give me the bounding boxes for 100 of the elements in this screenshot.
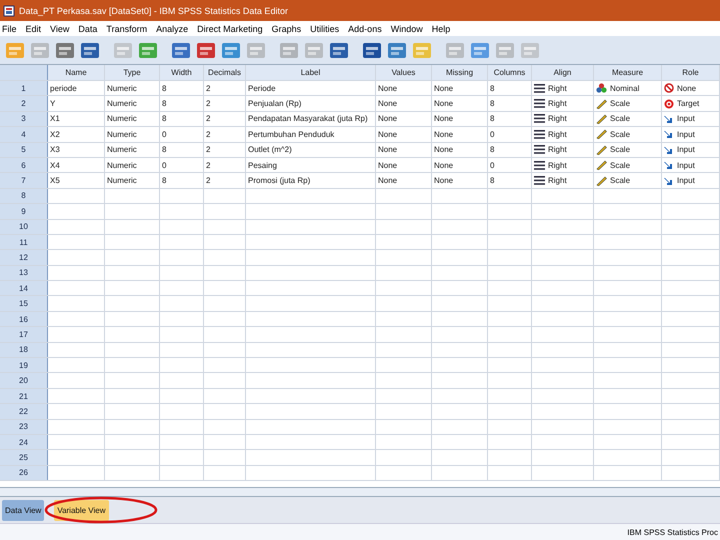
column-header[interactable]: Missing xyxy=(432,65,488,80)
table-cell: None xyxy=(432,127,488,142)
table-cell: None xyxy=(376,127,432,142)
column-header[interactable]: Decimals xyxy=(204,65,246,80)
table-cell: None xyxy=(376,158,432,172)
table-cell: 8 xyxy=(160,81,204,96)
menu-item[interactable]: View xyxy=(50,24,70,34)
scrollbar[interactable] xyxy=(0,487,720,497)
row-number[interactable]: 4 xyxy=(0,127,48,142)
column-header[interactable]: Measure xyxy=(594,65,662,80)
table-cell: None xyxy=(432,173,488,188)
column-header[interactable]: Type xyxy=(105,65,160,80)
corner-cell[interactable] xyxy=(0,65,48,80)
row-number[interactable]: 15 xyxy=(0,296,48,311)
table-cell: None xyxy=(432,81,488,96)
table-cell: 0 xyxy=(488,158,532,172)
row-number[interactable]: 8 xyxy=(0,188,48,204)
table-cell: Scale xyxy=(610,99,630,108)
menu-item[interactable]: Direct Marketing xyxy=(197,24,263,34)
table-cell: Right xyxy=(548,176,567,186)
row-number[interactable]: 5 xyxy=(0,142,48,157)
column-header[interactable]: Name xyxy=(48,65,105,80)
column-header[interactable]: Width xyxy=(160,65,204,80)
table-cell: Pesaing xyxy=(246,158,376,172)
row-number[interactable]: 22 xyxy=(0,404,48,419)
row-number[interactable]: 13 xyxy=(0,266,48,280)
row-number[interactable]: 25 xyxy=(0,450,48,465)
menu-item[interactable]: Edit xyxy=(26,24,42,34)
row-number[interactable]: 26 xyxy=(0,466,48,480)
align-right-icon xyxy=(534,130,545,139)
tab[interactable]: Variable View xyxy=(54,500,109,520)
table-cell: X4 xyxy=(48,158,105,172)
menu-item[interactable]: Graphs xyxy=(272,24,302,34)
row-number[interactable]: 21 xyxy=(0,388,48,404)
ruler-icon xyxy=(596,114,607,124)
menu-item[interactable]: Data xyxy=(78,24,98,34)
menu-item[interactable]: Utilities xyxy=(310,24,340,34)
ruler-icon xyxy=(596,98,607,109)
ruler-icon xyxy=(596,160,607,170)
table-cell: Scale xyxy=(610,114,630,124)
table-cell: Promosi (juta Rp) xyxy=(246,173,376,188)
table-cell: 8 xyxy=(160,96,204,111)
menu-item[interactable]: File xyxy=(2,24,17,34)
table-cell: Right xyxy=(548,145,567,154)
table-cell: 8 xyxy=(160,173,204,188)
arrow-icon xyxy=(664,114,674,124)
row-number[interactable]: 6 xyxy=(0,158,48,172)
row-number[interactable]: 17 xyxy=(0,327,48,342)
row-number[interactable]: 12 xyxy=(0,250,48,265)
row-number[interactable]: 18 xyxy=(0,342,48,358)
table-cell: 2 xyxy=(204,142,246,157)
table-cell: 8 xyxy=(488,81,532,96)
table-cell: Outlet (m^2) xyxy=(246,142,376,157)
table-cell: None xyxy=(432,142,488,157)
tab[interactable]: Data View xyxy=(2,500,44,520)
row-number[interactable]: 20 xyxy=(0,373,48,388)
table-cell: 8 xyxy=(488,96,532,111)
no-sign-icon xyxy=(664,83,674,94)
table-cell: None xyxy=(432,158,488,172)
table-cell: periode xyxy=(48,81,105,96)
row-number[interactable]: 7 xyxy=(0,173,48,188)
row-number[interactable]: 1 xyxy=(0,81,48,96)
menu-item[interactable]: Add-ons xyxy=(348,24,382,34)
table-cell: 2 xyxy=(204,173,246,188)
row-number[interactable]: 16 xyxy=(0,312,48,326)
table-cell: 8 xyxy=(488,142,532,157)
table-cell: 2 xyxy=(204,81,246,96)
row-number[interactable]: 9 xyxy=(0,204,48,219)
ruler-icon xyxy=(596,144,607,155)
table-cell: Right xyxy=(548,99,567,108)
row-number[interactable]: 3 xyxy=(0,112,48,126)
menu-item[interactable]: Transform xyxy=(106,24,148,34)
table-cell: None xyxy=(432,96,488,111)
arrow-icon xyxy=(664,144,674,155)
table-cell: Numeric xyxy=(105,142,160,157)
align-right-icon xyxy=(534,176,545,186)
row-number[interactable]: 2 xyxy=(0,96,48,111)
row-number[interactable]: 24 xyxy=(0,434,48,450)
table-cell: Right xyxy=(548,114,567,124)
column-header[interactable]: Values xyxy=(376,65,432,80)
table-cell: X1 xyxy=(48,112,105,126)
column-header[interactable]: Label xyxy=(246,65,376,80)
menu-item[interactable]: Help xyxy=(432,24,450,34)
row-number[interactable]: 14 xyxy=(0,281,48,296)
row-number[interactable]: 19 xyxy=(0,358,48,372)
table-cell: Penjualan (Rp) xyxy=(246,96,376,111)
row-number[interactable]: 23 xyxy=(0,420,48,434)
table-cell: Pertumbuhan Penduduk xyxy=(246,127,376,142)
column-header[interactable]: Align xyxy=(532,65,594,80)
table-cell: Right xyxy=(548,130,567,139)
app-icon xyxy=(3,4,15,16)
table-cell: 8 xyxy=(160,112,204,126)
menu-item[interactable]: Analyze xyxy=(156,24,188,34)
column-header[interactable]: Role xyxy=(662,65,720,80)
table-cell: Numeric xyxy=(105,112,160,126)
table-cell: Pendapatan Masyarakat (juta Rp) xyxy=(246,112,376,126)
row-number[interactable]: 10 xyxy=(0,220,48,234)
row-number[interactable]: 11 xyxy=(0,234,48,250)
menu-item[interactable]: Window xyxy=(390,24,423,34)
column-header[interactable]: Columns xyxy=(488,65,532,80)
